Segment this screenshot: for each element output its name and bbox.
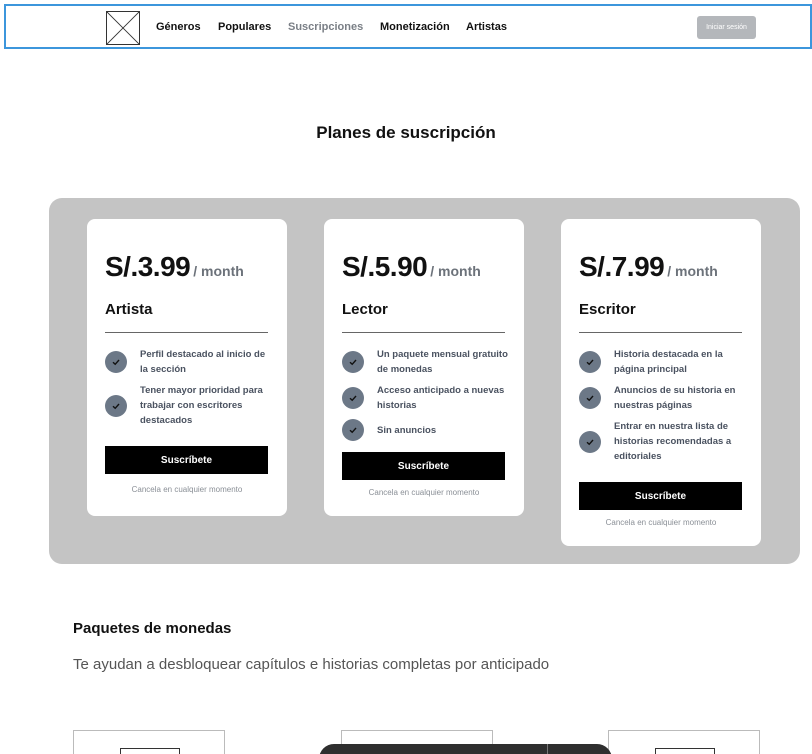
coins-title: Paquetes de monedas xyxy=(73,620,232,637)
cancel-note: Cancela en cualquier momento xyxy=(131,485,243,494)
coins-subtitle: Te ayudan a desbloquear capítulos e hist… xyxy=(73,656,550,673)
plan-card-artista: S/.3.99/ month Artista Perfil destacado … xyxy=(87,219,287,516)
plan-card-escritor: S/.7.99/ month Escritor Historia destaca… xyxy=(561,219,761,546)
logo-placeholder-icon[interactable] xyxy=(106,11,140,45)
plan-feature: Sin anuncios xyxy=(342,419,508,441)
toolbar-divider xyxy=(547,744,548,754)
plan-feature: Un paquete mensual gratuito de monedas xyxy=(342,347,508,377)
coin-package-card[interactable] xyxy=(608,730,760,754)
check-icon xyxy=(105,351,127,373)
plan-divider xyxy=(105,332,268,333)
plan-price: S/.3.99/ month xyxy=(105,251,244,283)
plan-card-lector: S/.5.90/ month Lector Un paquete mensual… xyxy=(324,219,524,516)
image-placeholder-icon xyxy=(120,748,180,754)
cancel-note: Cancela en cualquier momento xyxy=(368,488,480,497)
plan-feature-text: Acceso anticipado a nuevas historias xyxy=(377,385,505,411)
nav-link-artistas[interactable]: Artistas xyxy=(466,21,507,33)
plan-feature-text: Historia destacada en la página principa… xyxy=(614,349,723,375)
plan-price-period: / month xyxy=(430,263,481,279)
plan-feature-text: Sin anuncios xyxy=(377,424,437,436)
check-icon xyxy=(342,351,364,373)
plan-feature-list: Un paquete mensual gratuito de monedas A… xyxy=(342,347,508,447)
coin-package-card[interactable] xyxy=(73,730,225,754)
floating-toolbar[interactable] xyxy=(319,744,612,754)
nav-link-suscripciones[interactable]: Suscripciones xyxy=(288,21,363,33)
plan-feature: Entrar en nuestra lista de historias rec… xyxy=(579,419,745,464)
plan-feature-text: Entrar en nuestra lista de historias rec… xyxy=(614,421,732,462)
plan-price-period: / month xyxy=(667,263,718,279)
plan-divider xyxy=(342,332,505,333)
check-icon xyxy=(579,351,601,373)
plan-name: Lector xyxy=(342,301,388,318)
subscribe-button[interactable]: Suscríbete xyxy=(579,482,742,510)
check-icon xyxy=(105,394,127,417)
plan-price-amount: S/.3.99 xyxy=(105,251,191,282)
nav-link-monetizacion[interactable]: Monetización xyxy=(380,21,450,33)
plan-price: S/.5.90/ month xyxy=(342,251,481,283)
plan-price-amount: S/.7.99 xyxy=(579,251,665,282)
check-icon xyxy=(342,419,364,441)
nav-link-generos[interactable]: Géneros xyxy=(156,21,201,33)
plan-feature-text: Un paquete mensual gratuito de monedas xyxy=(377,349,508,375)
subscriptions-title: Planes de suscripción xyxy=(316,123,496,142)
plan-price-amount: S/.5.90 xyxy=(342,251,428,282)
subscribe-button[interactable]: Suscríbete xyxy=(105,446,268,474)
login-button[interactable]: Iniciar sesión xyxy=(697,16,756,39)
plan-feature: Tener mayor prioridad para trabajar con … xyxy=(105,383,271,428)
plan-name: Artista xyxy=(105,301,153,318)
plan-feature: Historia destacada en la página principa… xyxy=(579,347,745,377)
cancel-note: Cancela en cualquier momento xyxy=(605,518,717,527)
check-icon xyxy=(579,387,601,409)
plan-feature: Acceso anticipado a nuevas historias xyxy=(342,383,508,413)
plan-feature-text: Perfil destacado al inicio de la sección xyxy=(140,349,266,375)
top-navbar: Géneros Populares Suscripciones Monetiza… xyxy=(4,4,812,49)
plan-divider xyxy=(579,332,742,333)
plan-feature-text: Tener mayor prioridad para trabajar con … xyxy=(140,385,263,426)
plan-price-period: / month xyxy=(193,263,244,279)
plan-feature-text: Anuncios de su historia en nuestras pági… xyxy=(614,385,736,411)
plan-name: Escritor xyxy=(579,301,636,318)
plan-price: S/.7.99/ month xyxy=(579,251,718,283)
nav-link-populares[interactable]: Populares xyxy=(218,21,271,33)
plan-feature-list: Perfil destacado al inicio de la sección… xyxy=(105,347,271,434)
image-placeholder-icon xyxy=(655,748,715,754)
subscribe-button[interactable]: Suscríbete xyxy=(342,452,505,480)
check-icon xyxy=(579,430,601,453)
plan-feature: Perfil destacado al inicio de la sección xyxy=(105,347,271,377)
check-icon xyxy=(342,387,364,409)
plan-feature-list: Historia destacada en la página principa… xyxy=(579,347,745,470)
plan-feature: Anuncios de su historia en nuestras pági… xyxy=(579,383,745,413)
